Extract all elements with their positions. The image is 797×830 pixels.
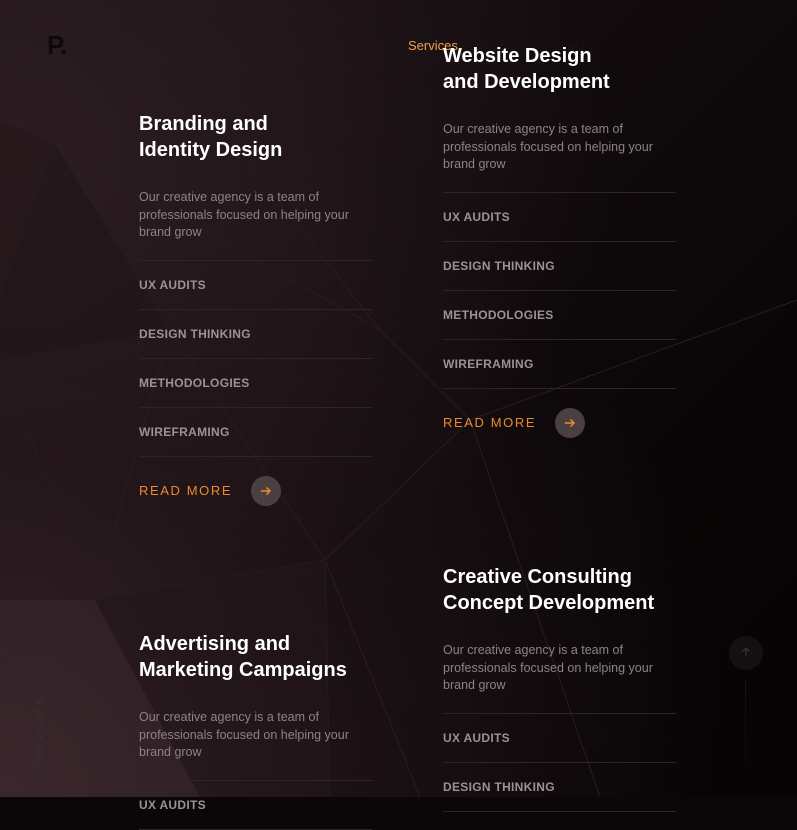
card-title: Website Design and Development — [443, 45, 610, 93]
list-item[interactable]: METHODOLOGIES — [443, 291, 676, 340]
list-item[interactable]: DESIGN THINKING — [443, 242, 676, 291]
list-item[interactable]: UX AUDITS — [443, 193, 676, 242]
read-more-label: READ MORE — [443, 415, 537, 430]
read-more-link[interactable]: READ MORE — [443, 407, 676, 438]
read-more-link[interactable]: READ MORE — [139, 475, 372, 506]
side-section-label: SERVICES — [35, 695, 46, 770]
service-card-branding: Branding and Identity Design Our creativ… — [139, 111, 372, 506]
arrow-right-icon[interactable] — [251, 475, 282, 506]
background-polygon-art — [0, 0, 797, 797]
list-item[interactable]: UX AUDITS — [443, 714, 676, 763]
service-card-advertising: Advertising and Marketing Campaigns Our … — [139, 631, 372, 830]
service-list: UX AUDITS DESIGN THINKING METHODOLOGIES … — [443, 191, 676, 389]
scroll-progress-line — [745, 680, 746, 765]
service-list: UX AUDITS DESIGN THINKING METHODOLOGIES … — [139, 259, 372, 457]
card-title: Advertising and Marketing Campaigns — [139, 633, 347, 681]
list-item[interactable]: DESIGN THINKING — [443, 763, 676, 812]
card-title: Creative Consulting Concept Development — [443, 566, 655, 614]
service-card-consulting: Creative Consulting Concept Development … — [443, 564, 676, 812]
card-description: Our creative agency is a team of profess… — [443, 122, 653, 171]
list-item[interactable]: WIREFRAMING — [443, 340, 676, 389]
service-list: UX AUDITS — [139, 779, 372, 830]
arrow-right-icon[interactable] — [555, 407, 586, 438]
list-item[interactable]: UX AUDITS — [139, 781, 372, 830]
logo[interactable]: P. — [47, 30, 67, 61]
service-card-website: Website Design and Development Our creat… — [443, 43, 676, 438]
list-item[interactable]: METHODOLOGIES — [139, 359, 372, 408]
card-description: Our creative agency is a team of profess… — [139, 190, 349, 239]
read-more-label: READ MORE — [139, 483, 233, 498]
list-item[interactable]: UX AUDITS — [139, 261, 372, 310]
list-item[interactable]: DESIGN THINKING — [139, 310, 372, 359]
scroll-top-button[interactable] — [729, 636, 763, 670]
arrow-up-icon — [741, 644, 751, 662]
card-description: Our creative agency is a team of profess… — [139, 710, 349, 759]
list-item[interactable]: WIREFRAMING — [139, 408, 372, 457]
card-description: Our creative agency is a team of profess… — [443, 643, 653, 692]
card-title: Branding and Identity Design — [139, 113, 283, 161]
